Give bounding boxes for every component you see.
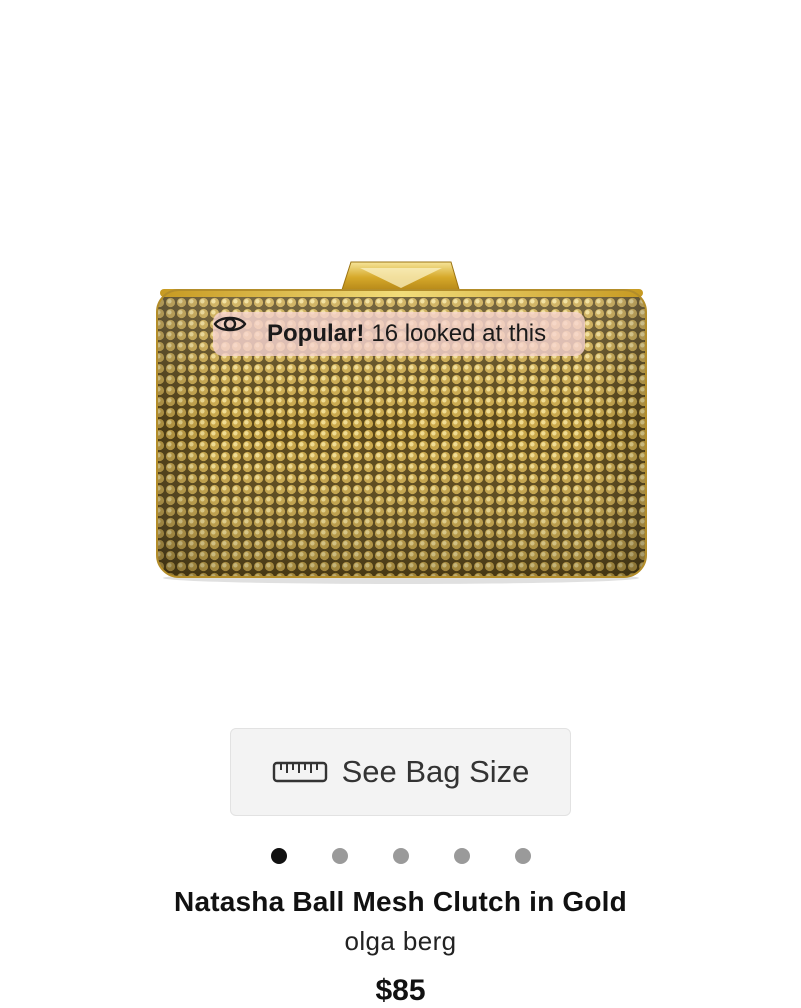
product-brand[interactable]: olga berg — [0, 926, 801, 957]
popular-badge: Popular! 16 looked at this — [213, 312, 585, 356]
ruler-icon — [272, 760, 328, 784]
popular-count-text: 16 looked at this — [371, 320, 547, 347]
carousel-dot-3[interactable] — [392, 848, 409, 864]
product-title[interactable]: Natasha Ball Mesh Clutch in Gold — [0, 886, 801, 918]
see-bag-size-button[interactable]: See Bag Size — [230, 728, 571, 816]
popular-label: Popular! — [267, 320, 365, 347]
carousel-dot-4[interactable] — [453, 848, 470, 864]
bag-size-label: See Bag Size — [341, 754, 530, 789]
eye-icon — [213, 316, 263, 346]
carousel-dot-2[interactable] — [331, 848, 348, 864]
product-image[interactable]: Popular! 16 looked at this — [0, 0, 801, 700]
product-price: $85 — [375, 974, 426, 1007]
carousel-dot-5[interactable] — [514, 848, 531, 864]
carousel-dot-1[interactable] — [270, 848, 287, 864]
carousel-dots — [0, 847, 801, 865]
